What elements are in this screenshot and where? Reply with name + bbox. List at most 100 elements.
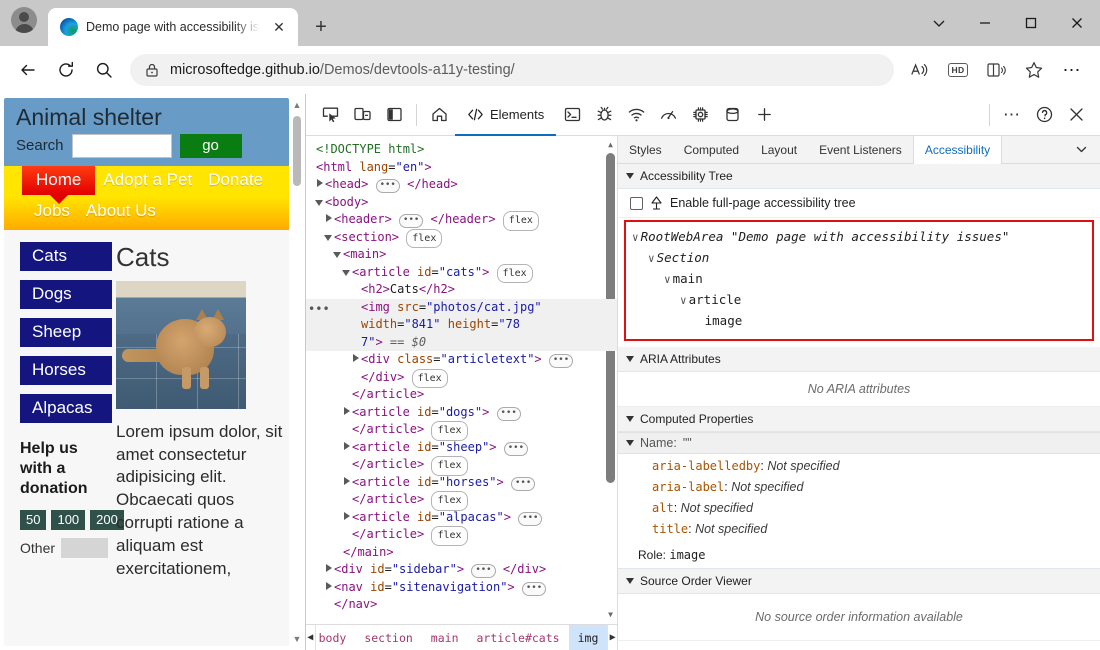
- a11y-tree-node[interactable]: ∨ article: [632, 290, 1086, 311]
- hd-badge-icon[interactable]: HD: [940, 52, 976, 88]
- chevron-down-icon[interactable]: ∨: [632, 231, 639, 244]
- breadcrumb-right-icon[interactable]: ▶: [607, 624, 617, 650]
- tab-accessibility[interactable]: Accessibility: [912, 136, 1003, 164]
- dom-node-line[interactable]: <header> ••• </header> flex: [306, 211, 617, 231]
- dom-tree[interactable]: ▲ ▼ <!DOCTYPE html> <html lang="en"> <head…: [306, 136, 617, 624]
- section-aria-attributes-header[interactable]: ARIA Attributes: [618, 347, 1100, 372]
- collapse-triangle-icon[interactable]: [342, 269, 350, 276]
- help-icon[interactable]: [1028, 99, 1060, 131]
- search-icon[interactable]: [86, 52, 122, 88]
- add-panel-icon[interactable]: [748, 99, 780, 131]
- close-icon[interactable]: [1054, 0, 1100, 46]
- tab-event-listeners[interactable]: Event Listeners: [808, 136, 913, 163]
- chevron-down-icon[interactable]: [1063, 136, 1100, 163]
- collapse-triangle-icon[interactable]: [315, 199, 323, 206]
- donate-amount-100[interactable]: 100: [51, 509, 86, 530]
- chevron-down-icon[interactable]: ∨: [680, 294, 687, 307]
- new-tab-button[interactable]: +: [306, 12, 336, 42]
- sources-bug-icon[interactable]: [588, 99, 620, 131]
- expand-triangle-icon[interactable]: [344, 441, 350, 450]
- dom-node-line[interactable]: <nav id="sitenavigation"> •••: [306, 579, 617, 597]
- expand-triangle-icon[interactable]: [326, 564, 332, 572]
- other-amount-input[interactable]: [61, 537, 108, 558]
- dom-node-line[interactable]: <article id="cats"> flex: [306, 263, 617, 283]
- chevron-down-icon[interactable]: ∨: [648, 252, 655, 265]
- dom-node-line[interactable]: <!DOCTYPE html>: [306, 141, 617, 159]
- dom-node-line[interactable]: ••• <img src="photos/cat.jpg": [306, 298, 617, 316]
- performance-gauge-icon[interactable]: [652, 99, 684, 131]
- go-button[interactable]: go: [179, 133, 242, 158]
- dom-node-line[interactable]: </article> flex: [306, 456, 617, 476]
- browser-tab[interactable]: Demo page with accessibility issu ✕: [48, 8, 298, 46]
- home-icon[interactable]: [423, 99, 455, 131]
- scroll-up-icon[interactable]: ▲: [291, 98, 303, 112]
- accessibility-tree[interactable]: ∨ RootWebArea "Demo page with accessibili…: [624, 220, 1094, 341]
- dom-node-line[interactable]: </main>: [306, 544, 617, 562]
- enable-full-page-tree-row[interactable]: Enable full-page accessibility tree: [618, 189, 1100, 218]
- nav-item-donate[interactable]: Donate: [200, 166, 271, 195]
- breadcrumb-item-img[interactable]: img: [568, 624, 608, 650]
- browser-settings-icon[interactable]: ⋯: [1054, 52, 1090, 88]
- dock-side-icon[interactable]: [378, 99, 410, 131]
- a11y-tree-node[interactable]: ∨ Section: [632, 248, 1086, 269]
- dom-node-line[interactable]: <div class="articletext"> •••: [306, 351, 617, 369]
- console-icon[interactable]: [556, 99, 588, 131]
- dom-node-line[interactable]: <main>: [306, 246, 617, 264]
- dom-node-line[interactable]: <head> ••• </head>: [306, 176, 617, 194]
- chevron-down-icon[interactable]: ∨: [664, 273, 671, 286]
- a11y-tree-node[interactable]: ∨ main: [632, 269, 1086, 290]
- dom-node-line[interactable]: width="841" height="78: [306, 316, 617, 334]
- checkbox[interactable]: [630, 196, 643, 210]
- a11y-tree-node[interactable]: ∨image: [632, 311, 1086, 332]
- dom-node-line[interactable]: </nav>: [306, 596, 617, 614]
- category-horses[interactable]: Horses: [20, 355, 112, 385]
- dom-node-line[interactable]: <article id="dogs"> •••: [306, 404, 617, 422]
- collapse-triangle-icon[interactable]: [324, 234, 332, 241]
- donate-amount-50[interactable]: 50: [20, 509, 47, 530]
- dom-node-line[interactable]: </article> flex: [306, 491, 617, 511]
- dom-node-line[interactable]: 7"> == $0: [306, 333, 617, 351]
- section-computed-properties-header[interactable]: Computed Properties: [618, 407, 1100, 432]
- expand-triangle-icon[interactable]: [326, 214, 332, 222]
- close-icon[interactable]: ✕: [268, 16, 290, 38]
- dom-node-line[interactable]: <article id="sheep"> •••: [306, 439, 617, 457]
- expand-triangle-icon[interactable]: [344, 476, 350, 485]
- computed-name-row[interactable]: Name: "": [618, 432, 1100, 454]
- breadcrumb-item-body[interactable]: body: [310, 625, 356, 650]
- tab-styles[interactable]: Styles: [618, 136, 673, 163]
- a11y-tree-node[interactable]: ∨ RootWebArea "Demo page with accessibili…: [632, 227, 1086, 248]
- close-devtools-icon[interactable]: [1060, 99, 1092, 131]
- nav-item-adopt[interactable]: Adopt a Pet: [95, 166, 200, 195]
- read-aloud-icon[interactable]: [902, 52, 938, 88]
- expand-triangle-icon[interactable]: [353, 354, 359, 362]
- tab-elements[interactable]: Elements: [455, 95, 557, 137]
- category-sheep[interactable]: Sheep: [20, 317, 112, 347]
- profile-button[interactable]: [0, 0, 48, 46]
- expand-triangle-icon[interactable]: [326, 581, 332, 590]
- dom-node-line[interactable]: <article id="alpacas"> •••: [306, 509, 617, 527]
- device-emulation-icon[interactable]: [346, 99, 378, 131]
- expand-triangle-icon[interactable]: [344, 511, 350, 520]
- collapse-triangle-icon[interactable]: [333, 252, 341, 258]
- category-cats[interactable]: Cats: [20, 241, 112, 271]
- breadcrumb-item-article[interactable]: article#cats: [468, 625, 569, 650]
- scrollbar-thumb[interactable]: [293, 116, 301, 186]
- dom-node-line[interactable]: <article id="horses"> •••: [306, 474, 617, 492]
- search-input[interactable]: [71, 133, 172, 158]
- more-tools-icon[interactable]: ⋯: [996, 99, 1028, 131]
- expand-triangle-icon[interactable]: [317, 179, 323, 187]
- back-arrow-icon[interactable]: [10, 52, 46, 88]
- dom-node-line[interactable]: <html lang="en">: [306, 159, 617, 177]
- breadcrumb-item-section[interactable]: section: [355, 625, 421, 650]
- nav-item-home[interactable]: Home: [22, 165, 96, 195]
- expand-triangle-icon[interactable]: [344, 406, 350, 415]
- section-accessibility-tree-header[interactable]: Accessibility Tree: [618, 164, 1100, 189]
- dom-node-line[interactable]: <div id="sidebar"> ••• </div>: [306, 561, 617, 579]
- category-dogs[interactable]: Dogs: [20, 279, 112, 309]
- maximize-icon[interactable]: [1008, 0, 1054, 46]
- category-alpacas[interactable]: Alpacas: [20, 393, 112, 423]
- dom-node-line[interactable]: </article>: [306, 386, 617, 404]
- dom-node-line[interactable]: <section> flex: [306, 228, 617, 248]
- dom-node-line[interactable]: </article> flex: [306, 526, 617, 546]
- favorite-star-icon[interactable]: [1016, 52, 1052, 88]
